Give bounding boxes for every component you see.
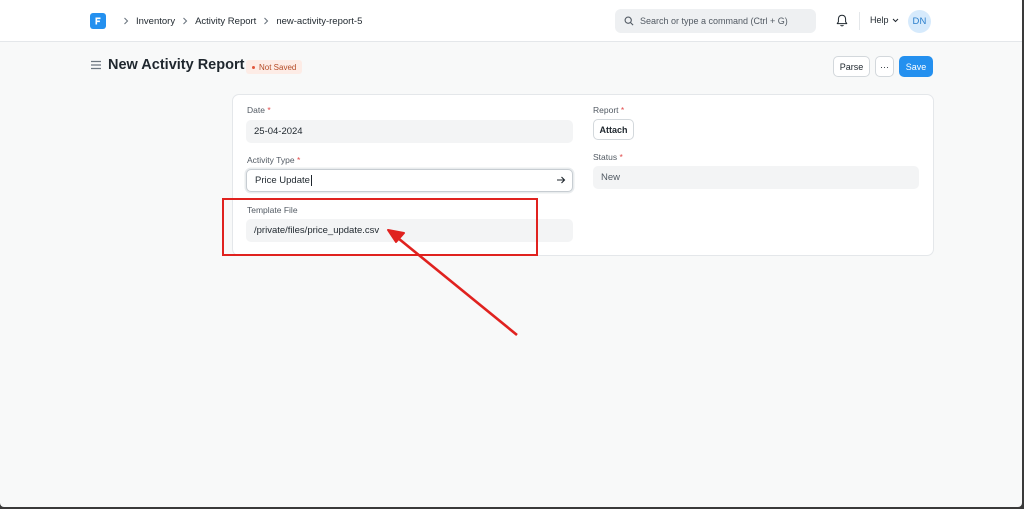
annotation-arrow-icon	[387, 229, 518, 337]
app-window: Inventory Activity Report new-activity-r…	[0, 0, 1022, 507]
